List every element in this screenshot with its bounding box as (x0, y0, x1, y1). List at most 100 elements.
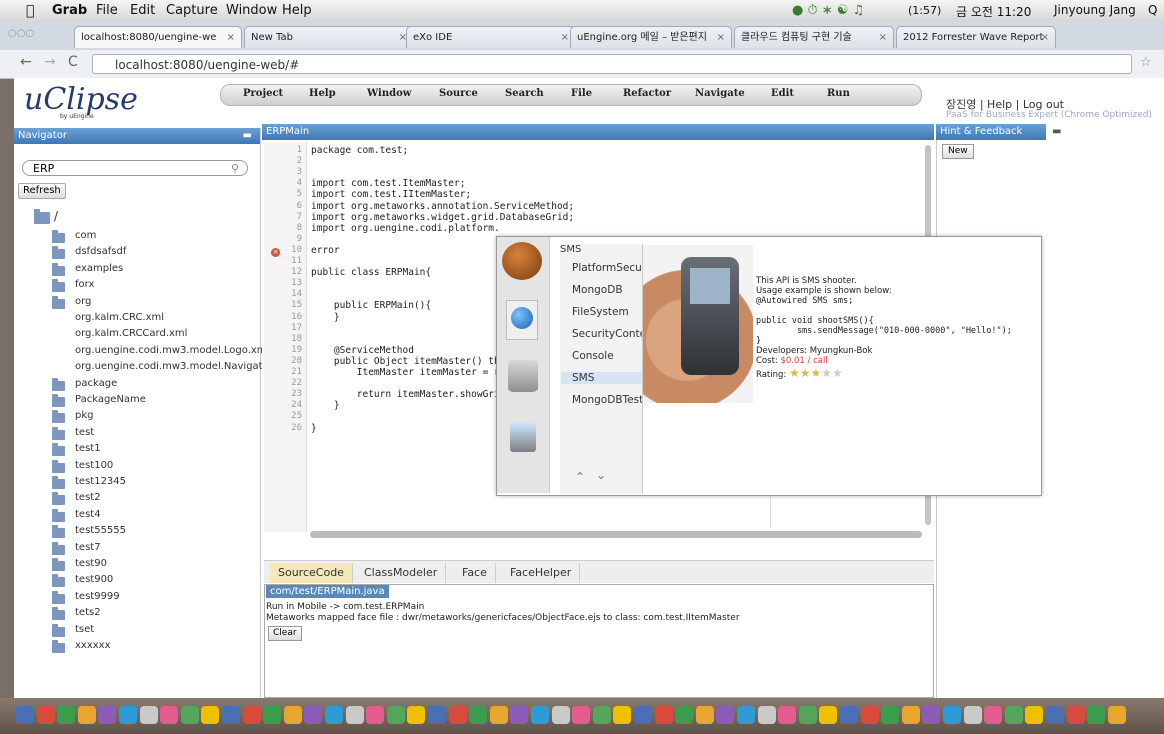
menu-app-grab[interactable]: Grab (52, 3, 87, 18)
spotlight-icon[interactable]: Q (1148, 3, 1157, 17)
close-icon[interactable]: × (1041, 27, 1049, 48)
dock-app-icon[interactable] (654, 706, 673, 724)
tools-icon[interactable] (510, 422, 536, 452)
dock-app-icon[interactable] (139, 706, 158, 724)
close-icon[interactable]: × (879, 27, 887, 48)
dock-app-icon[interactable] (428, 706, 446, 724)
dock-app-icon[interactable] (675, 706, 694, 724)
dock-app-icon[interactable] (531, 706, 549, 724)
api-list-item[interactable]: PlatformSecur (572, 262, 642, 274)
code-line[interactable]: public class ERPMain{ (311, 267, 431, 278)
tree-folder-item[interactable]: tset (75, 624, 94, 635)
tab-facehelper[interactable]: FaceHelper (502, 563, 581, 583)
dock-app-icon[interactable] (572, 706, 591, 724)
dock-app-icon[interactable] (1025, 706, 1044, 724)
tree-folder-item[interactable]: pkg (75, 410, 94, 421)
tree-folder-item[interactable]: test900 (75, 574, 113, 585)
dock-app-icon[interactable] (386, 706, 405, 724)
browser-tab-5[interactable]: 클라우드 컴퓨팅 구현 기술 × (734, 26, 894, 48)
menubar-clock[interactable]: 금 오전 11:20 (956, 3, 1031, 20)
nav-window[interactable]: Window (367, 88, 411, 99)
tree-folder-item[interactable]: test2 (75, 492, 101, 503)
clear-button[interactable]: Clear (268, 626, 302, 641)
tree-file-item[interactable]: org.kalm.CRCCard.xml (75, 328, 187, 339)
dock-app-icon[interactable] (283, 706, 302, 724)
code-line[interactable]: package com.test; (311, 145, 408, 156)
tree-folder-item[interactable]: test (75, 427, 94, 438)
tree-folder-item[interactable]: test55555 (75, 525, 126, 536)
dock-app-icon[interactable] (634, 706, 652, 724)
tab-classmodeler[interactable]: ClassModeler (356, 563, 447, 583)
tree-file-item[interactable]: org.uengine.codi.mw3.model.Navigatio (75, 361, 272, 372)
coffee-bean-icon[interactable] (502, 242, 542, 280)
dock-app-icon[interactable] (901, 706, 920, 724)
minimize-icon[interactable]: ▬ (1052, 126, 1061, 137)
dock-app-icon[interactable] (345, 706, 364, 724)
browser-tab-1[interactable]: localhost:8080/uengine-we × (74, 26, 242, 48)
browser-tab-4[interactable]: uEngine.org 메일 – 받은편지 × (570, 26, 732, 48)
dock-app-icon[interactable] (57, 706, 76, 724)
menu-help[interactable]: Help (282, 3, 312, 18)
tab-face[interactable]: Face (454, 563, 496, 583)
tab-sourcecode[interactable]: SourceCode (270, 563, 353, 583)
tree-folder-item[interactable]: tets2 (75, 607, 101, 618)
nav-help[interactable]: Help (309, 88, 336, 99)
code-line[interactable]: public Object itemMaster() th (311, 356, 500, 367)
dock-app-icon[interactable] (366, 706, 385, 724)
star-icon[interactable]: ★ (811, 366, 822, 380)
dock-app-icon[interactable] (1066, 706, 1085, 724)
bookmark-star-icon[interactable]: ☆ (1140, 55, 1152, 70)
dock-app-icon[interactable] (180, 706, 199, 724)
nav-run[interactable]: Run (827, 88, 850, 99)
horizontal-scrollbar[interactable] (310, 531, 922, 538)
status-icons[interactable]: ● ⏱ ∗ ☯ ♫ (792, 3, 864, 18)
reload-icon[interactable]: C (68, 54, 78, 70)
browser-tab-6[interactable]: 2012 Forrester Wave Report × (896, 26, 1056, 48)
code-line[interactable]: ItemMaster itemMaster = r (311, 367, 500, 378)
tree-folder-item[interactable]: examples (75, 263, 123, 274)
dock-app-icon[interactable] (304, 706, 323, 724)
dock-app-icon[interactable] (984, 706, 1003, 724)
close-icon[interactable]: × (561, 27, 569, 48)
menubar-user[interactable]: Jinyoung Jang (1054, 3, 1136, 17)
nav-project[interactable]: Project (243, 88, 283, 99)
api-list-item[interactable]: Console (572, 350, 642, 362)
dock-app-icon[interactable] (922, 706, 941, 724)
dock-app-icon[interactable] (1046, 706, 1064, 724)
dock-app-icon[interactable] (551, 706, 570, 724)
scroll-down-icon[interactable]: ⌄ (596, 468, 606, 482)
navigator-search-input[interactable]: ERP ⚲ (22, 160, 248, 176)
code-line[interactable]: import com.test.IItemMaster; (311, 189, 471, 200)
search-icon[interactable]: ⚲ (231, 161, 239, 177)
database-icon[interactable] (508, 360, 538, 392)
forward-icon[interactable]: → (44, 54, 56, 70)
tree-folder-item[interactable]: xxxxxx (75, 640, 111, 651)
dock-app-icon[interactable] (963, 706, 982, 724)
dock-app-icon[interactable] (778, 706, 797, 724)
dock-app-icon[interactable] (201, 706, 220, 724)
dock-app-icon[interactable] (510, 706, 529, 724)
star-icon[interactable]: ★ (821, 366, 832, 380)
browser-tab-3[interactable]: eXo IDE × (406, 26, 576, 48)
menu-file[interactable]: File (96, 3, 118, 18)
minimize-icon[interactable]: ▬ (243, 128, 252, 144)
globe-icon[interactable] (506, 300, 538, 340)
nav-edit[interactable]: Edit (771, 88, 794, 99)
dock-app-icon[interactable] (1087, 706, 1106, 724)
nav-search[interactable]: Search (505, 88, 544, 99)
tree-folder-item[interactable]: package (75, 378, 117, 389)
dock-app-icon[interactable] (881, 706, 900, 724)
dock-app-icon[interactable] (840, 706, 858, 724)
tree-folder-item[interactable]: test9999 (75, 591, 120, 602)
dock-app-icon[interactable] (77, 706, 96, 724)
refresh-button[interactable]: Refresh (18, 183, 66, 199)
close-icon[interactable]: × (227, 27, 235, 48)
tree-folder-item[interactable]: test1 (75, 443, 101, 454)
code-line[interactable]: } (311, 423, 317, 434)
tree-folder-item[interactable]: PackageName (75, 394, 146, 405)
dock-app-icon[interactable] (448, 706, 467, 724)
tree-folder-item[interactable]: test12345 (75, 476, 126, 487)
api-list-item[interactable]: SecurityConte (572, 328, 642, 340)
api-list-item[interactable]: FileSystem (572, 306, 642, 318)
code-line[interactable]: import org.uengine.codi.platform. (311, 223, 500, 234)
